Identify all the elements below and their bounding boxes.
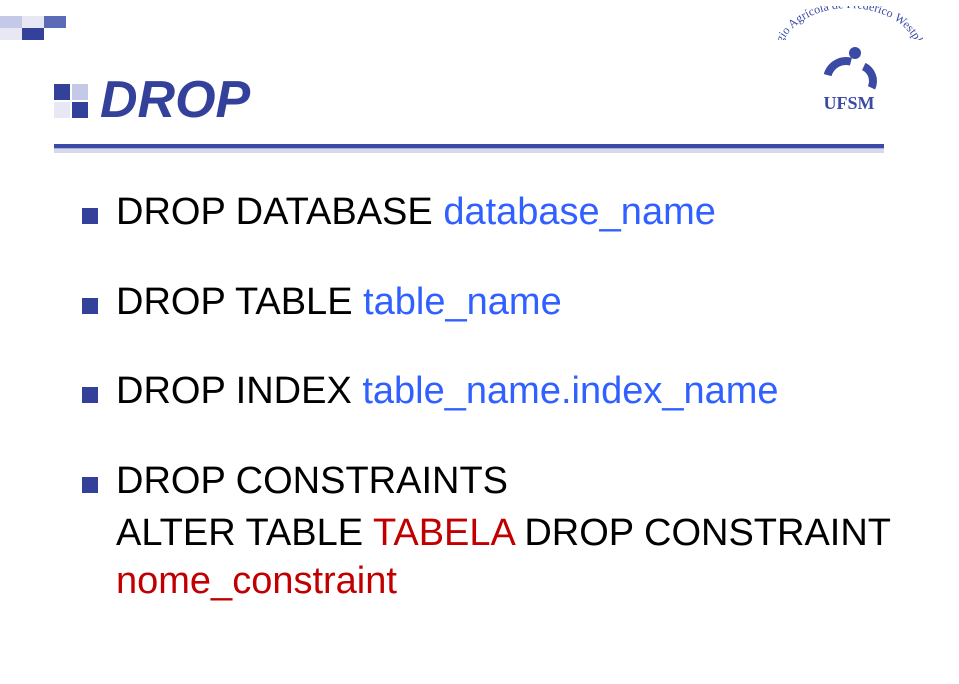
keyword: DROP DATABASE	[116, 191, 433, 233]
list-text: DROP DATABASE database_name	[116, 190, 716, 236]
sub-argument: TABELA	[373, 512, 514, 554]
list-item: DROP CONSTRAINTS	[82, 459, 899, 505]
bullet-icon	[82, 208, 98, 224]
logo: Colégio Agrícola de Frederico Westphalen…	[769, 6, 929, 114]
keyword: DROP INDEX	[116, 370, 352, 412]
sub-argument: nome_constraint	[116, 560, 397, 602]
argument: table_name.index_name	[362, 370, 778, 412]
argument: CONSTRAINTS	[236, 460, 508, 502]
keyword: DROP	[116, 460, 225, 502]
content-list: DROP DATABASE database_name DROP TABLE t…	[82, 190, 899, 605]
sub-keyword: DROP CONSTRAINT	[524, 512, 890, 554]
list-text: DROP CONSTRAINTS	[116, 459, 508, 505]
title-divider	[54, 144, 884, 149]
list-text: DROP TABLE table_name	[116, 280, 562, 326]
keyword: DROP TABLE	[116, 281, 353, 323]
bullet-icon	[82, 298, 98, 314]
bullet-icon	[82, 387, 98, 403]
svg-text:Colégio Agrícola de Frederico: Colégio Agrícola de Frederico Westphalen	[769, 6, 929, 40]
list-subtext: ALTER TABLE TABELA DROP CONSTRAINT nome_…	[116, 510, 899, 605]
list-item: DROP TABLE table_name	[82, 280, 899, 326]
logo-arc-text: Colégio Agrícola de Frederico Westphalen	[769, 6, 929, 40]
logo-figure-icon	[819, 47, 879, 95]
list-item: DROP DATABASE database_name	[82, 190, 899, 236]
bullet-icon	[82, 477, 98, 493]
page-title: DROP	[100, 70, 250, 130]
slide: Colégio Agrícola de Frederico Westphalen…	[0, 0, 959, 684]
list-item: DROP INDEX table_name.index_name	[82, 369, 899, 415]
argument: database_name	[443, 191, 716, 233]
list-text: DROP INDEX table_name.index_name	[116, 369, 779, 415]
sub-keyword: ALTER TABLE	[116, 512, 363, 554]
argument: table_name	[363, 281, 562, 323]
